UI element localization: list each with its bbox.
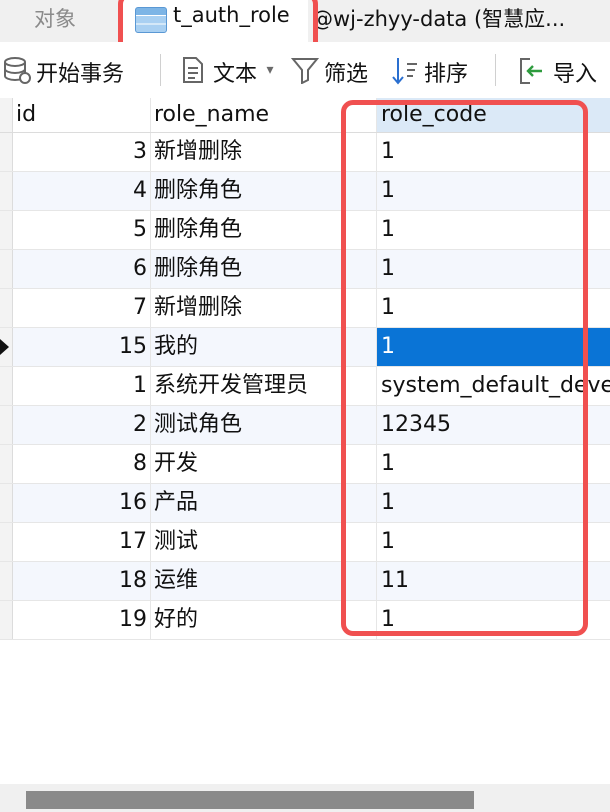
current-row-marker-icon bbox=[0, 339, 9, 355]
database-icon bbox=[2, 56, 32, 84]
row-gutter[interactable] bbox=[0, 523, 13, 561]
cell-id[interactable]: 3 bbox=[13, 133, 151, 171]
cell-id[interactable]: 8 bbox=[13, 445, 151, 483]
row-gutter bbox=[0, 98, 13, 132]
cell-id[interactable]: 15 bbox=[13, 328, 151, 366]
tab-objects[interactable]: 对象 bbox=[34, 3, 76, 33]
tab-database-label: @wj-zhyy-data (智慧应... bbox=[312, 7, 566, 31]
cell-id[interactable]: 17 bbox=[13, 523, 151, 561]
cell-id[interactable]: 18 bbox=[13, 562, 151, 600]
row-gutter[interactable] bbox=[0, 406, 13, 444]
cell-id[interactable]: 2 bbox=[13, 406, 151, 444]
cell-id[interactable]: 19 bbox=[13, 601, 151, 639]
cell-id[interactable]: 4 bbox=[13, 172, 151, 210]
row-gutter[interactable] bbox=[0, 484, 13, 522]
begin-transaction-button[interactable]: 开始事务 bbox=[36, 56, 124, 88]
text-button[interactable]: 文本 bbox=[213, 56, 257, 88]
import-button[interactable]: 导入 bbox=[553, 56, 597, 88]
cell-id[interactable]: 1 bbox=[13, 367, 151, 405]
toolbar-divider bbox=[160, 54, 161, 86]
chevron-down-icon[interactable]: ▾ bbox=[262, 56, 278, 84]
cell-id[interactable]: 16 bbox=[13, 484, 151, 522]
toolbar-divider bbox=[495, 54, 496, 86]
filter-icon bbox=[290, 56, 320, 85]
row-gutter[interactable] bbox=[0, 289, 13, 327]
horizontal-scrollbar-thumb[interactable] bbox=[26, 791, 474, 809]
import-icon bbox=[516, 56, 546, 84]
row-gutter[interactable] bbox=[0, 328, 13, 366]
row-gutter[interactable] bbox=[0, 133, 13, 171]
sort-icon bbox=[390, 56, 420, 85]
row-gutter[interactable] bbox=[0, 211, 13, 249]
cell-id[interactable]: 5 bbox=[13, 211, 151, 249]
toolbar: 开始事务 文本 ▾ 筛选 排序 导入 bbox=[0, 42, 610, 98]
column-header-id[interactable]: id bbox=[13, 98, 151, 132]
row-gutter[interactable] bbox=[0, 367, 13, 405]
row-gutter[interactable] bbox=[0, 250, 13, 288]
row-gutter[interactable] bbox=[0, 601, 13, 639]
column-highlight-box bbox=[341, 100, 588, 636]
filter-button[interactable]: 筛选 bbox=[324, 56, 368, 88]
sort-button[interactable]: 排序 bbox=[424, 56, 468, 88]
cell-id[interactable]: 7 bbox=[13, 289, 151, 327]
cell-id[interactable]: 6 bbox=[13, 250, 151, 288]
text-document-icon bbox=[178, 56, 208, 84]
row-gutter[interactable] bbox=[0, 562, 13, 600]
row-gutter[interactable] bbox=[0, 172, 13, 210]
row-gutter[interactable] bbox=[0, 445, 13, 483]
